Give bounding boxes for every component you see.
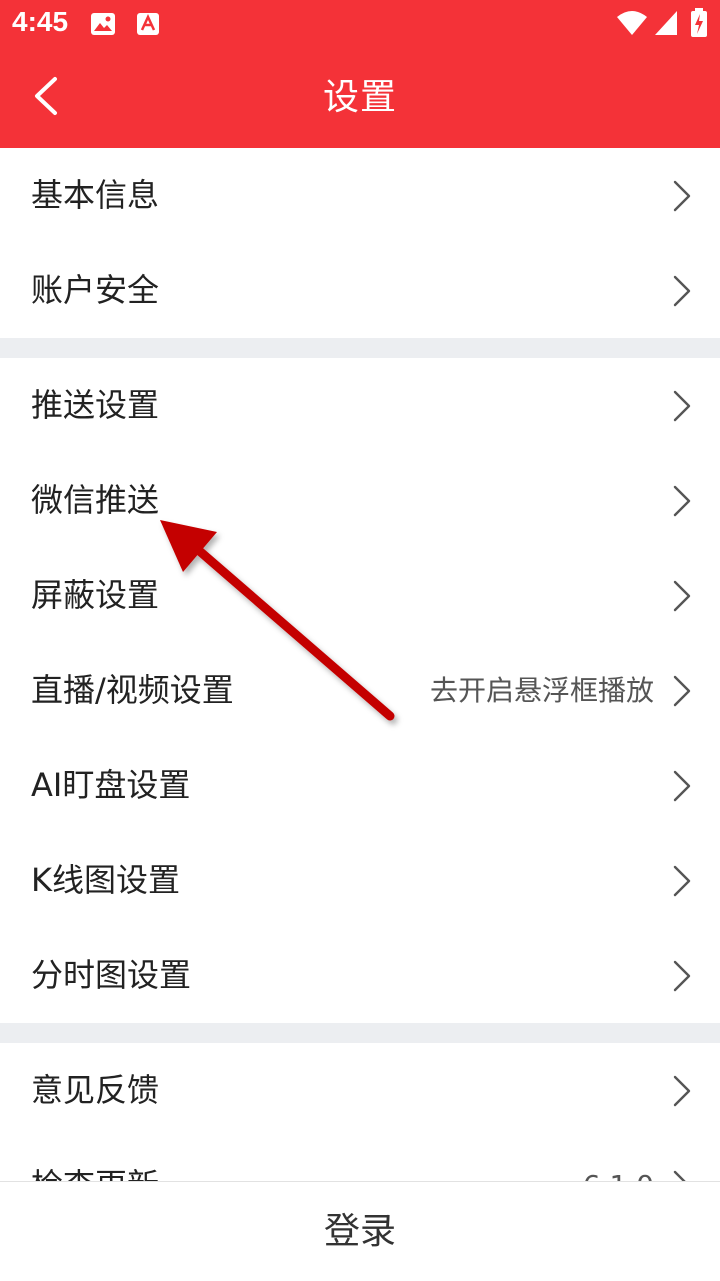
settings-item-kline-settings[interactable]: K线图设置 (0, 833, 720, 928)
settings-item-ai-monitor-settings[interactable]: AI盯盘设置 (0, 738, 720, 833)
settings-item-label: K线图设置 (31, 861, 180, 899)
app-a-icon (136, 12, 160, 40)
login-button[interactable]: 登录 (0, 1182, 720, 1281)
settings-item-intraday-chart-settings[interactable]: 分时图设置 (0, 928, 720, 1023)
app-bar: 设置 (0, 48, 720, 148)
settings-item-label: 直播/视频设置 (31, 671, 234, 709)
chevron-right-icon (673, 865, 691, 897)
settings-item-feedback[interactable]: 意见反馈 (0, 1043, 720, 1138)
settings-item-push-settings[interactable]: 推送设置 (0, 358, 720, 453)
settings-item-live-video-settings[interactable]: 直播/视频设置 去开启悬浮框播放 (0, 643, 720, 738)
status-time: 4:45 (12, 6, 69, 37)
chevron-right-icon (673, 675, 691, 707)
settings-item-account-security[interactable]: 账户安全 (0, 243, 720, 338)
chevron-right-icon (673, 180, 691, 212)
settings-item-block-settings[interactable]: 屏蔽设置 (0, 548, 720, 643)
chevron-right-icon (673, 390, 691, 422)
settings-item-label: 推送设置 (31, 386, 160, 424)
settings-item-label: 账户安全 (31, 271, 160, 309)
status-bar: 4:45 (0, 0, 720, 48)
wifi-icon (616, 10, 648, 40)
settings-item-basic-info[interactable]: 基本信息 (0, 148, 720, 243)
battery-charging-icon (690, 8, 708, 42)
chevron-right-icon (673, 580, 691, 612)
settings-item-label: 基本信息 (31, 176, 160, 214)
settings-item-label: 屏蔽设置 (31, 576, 160, 614)
page-title: 设置 (322, 77, 397, 118)
settings-item-value: 6.1.0 (583, 1138, 654, 1181)
settings-item-value: 去开启悬浮框播放 (429, 674, 654, 707)
settings-item-label: 分时图设置 (31, 956, 192, 994)
settings-item-label: 微信推送 (31, 481, 160, 519)
section-divider (0, 338, 720, 358)
image-icon (90, 12, 116, 40)
settings-item-label: 检查更新 (31, 1138, 159, 1181)
settings-item-check-update[interactable]: 检查更新 6.1.0 (0, 1138, 720, 1181)
chevron-right-icon (673, 770, 691, 802)
signal-icon (654, 10, 678, 40)
settings-item-label: 意见反馈 (31, 1071, 160, 1109)
section-divider (0, 1023, 720, 1043)
settings-item-wechat-push[interactable]: 微信推送 (0, 453, 720, 548)
chevron-right-icon (673, 960, 691, 992)
settings-list: 基本信息 账户安全 推送设置 微信推送 屏蔽设置 直播/视频设置 去开启悬浮框播… (0, 148, 720, 1181)
chevron-right-icon (673, 485, 691, 517)
chevron-right-icon (673, 1075, 691, 1107)
chevron-right-icon (673, 1170, 686, 1181)
bottom-bar: 登录 (0, 1181, 720, 1281)
chevron-right-icon (673, 275, 691, 307)
settings-item-label: AI盯盘设置 (31, 766, 191, 804)
